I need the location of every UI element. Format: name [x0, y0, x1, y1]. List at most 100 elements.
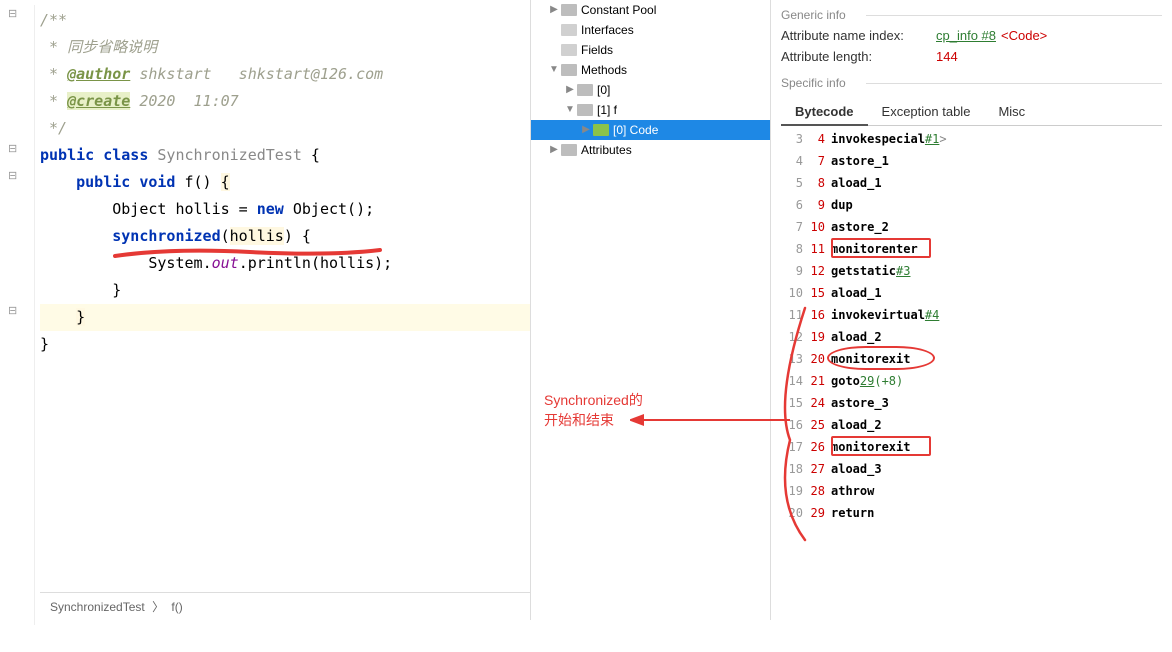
bc-offset: 7	[803, 150, 825, 172]
bc-offset: 28	[803, 480, 825, 502]
bc-index: 10	[781, 282, 803, 304]
bytecode-row[interactable]: 1928 athrow	[781, 480, 1162, 502]
code-line[interactable]: synchronized(hollis) {	[40, 223, 530, 250]
folder-icon	[561, 144, 577, 156]
chevron-icon[interactable]: ▶	[547, 140, 561, 160]
breadcrumb-class[interactable]: SynchronizedTest	[50, 600, 145, 614]
bytecode-list: 34invokespecial #1 >47astore_158aload_16…	[781, 128, 1162, 524]
code-line[interactable]: System.out.println(hollis);	[40, 250, 530, 277]
tree-item-attributes[interactable]: ▶Attributes	[531, 140, 770, 160]
bytecode-row[interactable]: 1524astore_3	[781, 392, 1162, 414]
bc-offset: 10	[803, 216, 825, 238]
bytecode-row[interactable]: 34invokespecial #1 >	[781, 128, 1162, 150]
bytecode-row[interactable]: 1015aload_1	[781, 282, 1162, 304]
file-icon	[561, 44, 577, 56]
bytecode-row[interactable]: 47astore_1	[781, 150, 1162, 172]
cp-ref[interactable]: #3	[896, 260, 910, 282]
tab-bytecode[interactable]: Bytecode	[781, 98, 868, 125]
code-line[interactable]: Object hollis = new Object();	[40, 196, 530, 223]
bc-index: 16	[781, 414, 803, 436]
bytecode-row[interactable]: 1116invokevirtual #4	[781, 304, 1162, 326]
bc-offset: 15	[803, 282, 825, 304]
bytecode-row[interactable]: 1625 aload_2	[781, 414, 1162, 436]
bc-index: 9	[781, 260, 803, 282]
bc-offset: 4	[803, 128, 825, 150]
bc-offset: 25	[803, 414, 825, 436]
bc-instruction: athrow	[831, 480, 874, 502]
bytecode-row[interactable]: 1219aload_2	[781, 326, 1162, 348]
bc-index: 3	[781, 128, 803, 150]
attr-name-row: Attribute name index: cp_info #8 <Code>	[781, 28, 1162, 43]
tree-item-methods[interactable]: ▼Methods	[531, 60, 770, 80]
tab-exception-table[interactable]: Exception table	[868, 98, 985, 125]
structure-tree-panel: ▶Constant PoolInterfacesFields▼Methods▶[…	[530, 0, 770, 620]
bc-instruction: aload_2	[831, 414, 882, 436]
bytecode-row[interactable]: 1827aload_3	[781, 458, 1162, 480]
code-line[interactable]: * @create 2020 11:07	[40, 88, 530, 115]
bytecode-row[interactable]: 58aload_1	[781, 172, 1162, 194]
code-line[interactable]: }	[40, 331, 530, 358]
bc-instruction: invokespecial	[831, 128, 925, 150]
breadcrumb[interactable]: SynchronizedTest 〉 f()	[40, 592, 530, 620]
bc-instruction: dup	[831, 194, 853, 216]
fold-marker[interactable]: ⊟	[8, 142, 22, 156]
bc-instruction: astore_2	[831, 216, 889, 238]
tab-misc[interactable]: Misc	[984, 98, 1039, 125]
tree-item-constant-pool[interactable]: ▶Constant Pool	[531, 0, 770, 20]
bc-instruction: getstatic	[831, 260, 896, 282]
chevron-icon[interactable]: ▼	[563, 100, 577, 120]
cp-ref[interactable]: #1	[925, 128, 939, 150]
bytecode-row[interactable]: 1726monitorexit	[781, 436, 1162, 458]
bc-index: 18	[781, 458, 803, 480]
bc-index: 20	[781, 502, 803, 524]
fold-marker[interactable]: ⊟	[8, 304, 22, 318]
tree-item--0-init-[interactable]: ▶[0]	[531, 80, 770, 100]
code-line[interactable]: */	[40, 115, 530, 142]
attr-name-link[interactable]: cp_info #8	[936, 28, 996, 43]
chevron-icon[interactable]: ▶	[579, 120, 593, 140]
bytecode-row[interactable]: 710astore_2	[781, 216, 1162, 238]
tree-item--1-f[interactable]: ▼[1] f	[531, 100, 770, 120]
tree-item-interfaces[interactable]: Interfaces	[531, 20, 770, 40]
bytecode-row[interactable]: 69dup	[781, 194, 1162, 216]
code-line[interactable]: }	[40, 277, 530, 304]
code-line[interactable]: public void f() {	[40, 169, 530, 196]
code-line[interactable]: }	[40, 304, 530, 331]
bc-index: 8	[781, 238, 803, 260]
tree-item--0-code[interactable]: ▶[0] Code	[531, 120, 770, 140]
bc-offset: 24	[803, 392, 825, 414]
folder-icon	[561, 64, 577, 76]
code-f-icon	[593, 124, 609, 136]
bc-index: 13	[781, 348, 803, 370]
bytecode-row[interactable]: 2029return	[781, 502, 1162, 524]
attr-length-value: 144	[936, 49, 958, 64]
bc-offset: 16	[803, 304, 825, 326]
chevron-icon[interactable]: ▶	[547, 0, 561, 20]
bc-offset: 29	[803, 502, 825, 524]
bytecode-row[interactable]: 1320monitorexit	[781, 348, 1162, 370]
chevron-icon[interactable]: ▼	[547, 60, 561, 80]
tree-item-fields[interactable]: Fields	[531, 40, 770, 60]
bytecode-row[interactable]: 1421goto 29 (+8)	[781, 370, 1162, 392]
offset-ref[interactable]: 29	[860, 370, 874, 392]
folder-icon	[577, 104, 593, 116]
code-line[interactable]: * @author shkstart shkstart@126.com	[40, 61, 530, 88]
code-area[interactable]: /** * 同步省略说明 * @author shkstart shkstart…	[40, 5, 530, 360]
bc-index: 11	[781, 304, 803, 326]
code-line[interactable]: * 同步省略说明	[40, 34, 530, 61]
attr-name-label: Attribute name index:	[781, 28, 936, 43]
code-line[interactable]: public class SynchronizedTest {	[40, 142, 530, 169]
cp-ref[interactable]: #4	[925, 304, 939, 326]
file-icon	[561, 24, 577, 36]
bc-instruction: aload_3	[831, 458, 882, 480]
bc-index: 19	[781, 480, 803, 502]
chevron-icon[interactable]: ▶	[563, 80, 577, 100]
fold-marker[interactable]: ⊟	[8, 169, 22, 183]
bytecode-row[interactable]: 912getstatic #3	[781, 260, 1162, 282]
bytecode-row[interactable]: 811monitorenter	[781, 238, 1162, 260]
bc-offset: 11	[803, 238, 825, 260]
bc-index: 4	[781, 150, 803, 172]
fold-marker[interactable]: ⊟	[8, 7, 22, 21]
breadcrumb-method[interactable]: f()	[171, 600, 182, 614]
code-line[interactable]: /**	[40, 7, 530, 34]
